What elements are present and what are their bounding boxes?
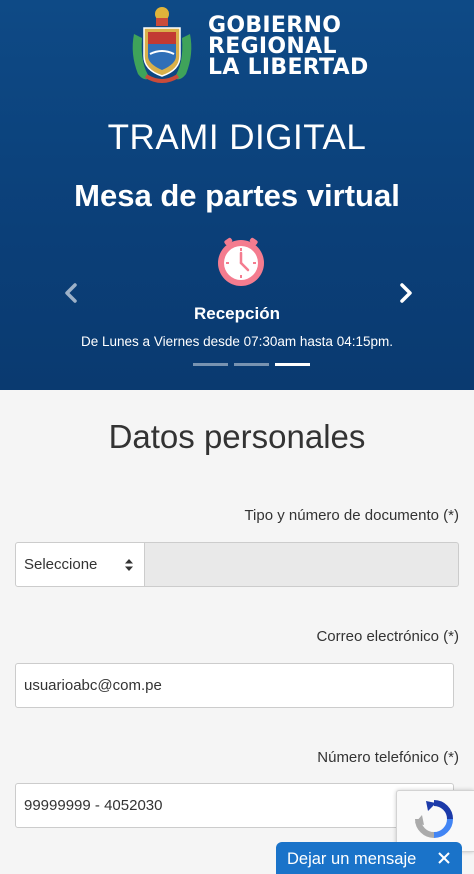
brand-line-3: LA LIBERTAD: [208, 54, 369, 80]
carousel-slide-description: De Lunes a Viernes desde 07:30am hasta 0…: [81, 334, 393, 349]
document-number-field[interactable]: [145, 542, 459, 587]
carousel-indicator-1[interactable]: [193, 363, 228, 366]
chat-widget-button[interactable]: Dejar un mensaje: [276, 842, 462, 874]
carousel-indicator-2[interactable]: [234, 363, 269, 366]
document-type-value: Seleccione: [24, 556, 98, 573]
phone-field[interactable]: [15, 783, 454, 828]
brand-logo[interactable]: GOBIERNO REGIONAL LA LIBERTAD: [124, 4, 369, 88]
document-label: Tipo y número de documento (*): [244, 507, 459, 524]
carousel-indicator-3[interactable]: [275, 363, 310, 366]
hero-banner: GOBIERNO REGIONAL LA LIBERTAD TRAMI DIGI…: [0, 0, 474, 390]
carousel-indicators: [193, 363, 310, 366]
phone-label: Número telefónico (*): [317, 749, 459, 766]
email-label: Correo electrónico (*): [316, 628, 459, 645]
document-type-select[interactable]: Seleccione: [15, 542, 145, 587]
recaptcha-icon: [415, 800, 453, 838]
carousel-slide-title: Recepción: [194, 304, 280, 323]
coat-of-arms-icon: [132, 7, 192, 83]
app-title: TRAMI DIGITAL: [107, 118, 367, 157]
select-arrows-icon: [125, 558, 133, 571]
section-title: Datos personales: [108, 418, 366, 455]
email-field[interactable]: [15, 663, 454, 708]
brand-name: GOBIERNO REGIONAL LA LIBERTAD: [208, 12, 369, 80]
app-subtitle: Mesa de partes virtual: [74, 178, 400, 213]
close-icon[interactable]: [436, 850, 452, 866]
email-input[interactable]: [24, 677, 453, 694]
phone-input[interactable]: [24, 797, 453, 814]
document-number-input[interactable]: [153, 556, 458, 573]
brand-line-1: GOBIERNO: [208, 12, 342, 38]
brand-line-2: REGIONAL: [208, 33, 337, 59]
clock-icon: [218, 237, 264, 286]
chat-widget-label: Dejar un mensaje: [287, 849, 417, 868]
